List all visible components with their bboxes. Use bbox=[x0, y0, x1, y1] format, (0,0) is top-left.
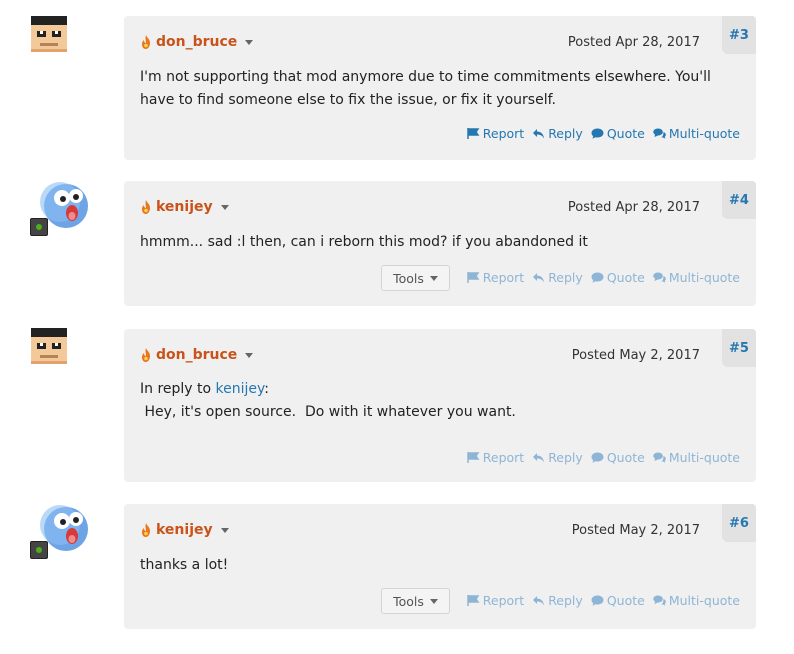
quote-link[interactable]: Quote bbox=[591, 126, 645, 141]
multi-quote-link[interactable]: Multi-quote bbox=[653, 270, 740, 285]
reply-link[interactable]: Reply bbox=[532, 593, 583, 608]
report-link[interactable]: Report bbox=[467, 450, 524, 465]
flame-icon bbox=[140, 523, 152, 537]
tools-button[interactable]: Tools bbox=[381, 265, 450, 291]
multi-quote-icon bbox=[653, 128, 666, 139]
message-card: kenijey Posted May 2, 2017 #6 thanks a l… bbox=[124, 504, 756, 629]
post-number-link[interactable]: #5 bbox=[722, 329, 756, 367]
author-link[interactable]: don_bruce bbox=[140, 34, 254, 50]
multi-quote-icon bbox=[653, 272, 666, 283]
report-link[interactable]: Report bbox=[467, 270, 524, 285]
author-name[interactable]: don_bruce bbox=[156, 34, 237, 50]
tools-button[interactable]: Tools bbox=[381, 588, 450, 614]
reply-link[interactable]: Reply bbox=[532, 450, 583, 465]
post-date: Posted May 2, 2017 bbox=[571, 523, 700, 538]
reply-icon bbox=[532, 128, 545, 139]
online-status-icon bbox=[30, 218, 48, 236]
body-line: have to find someone else to fix the iss… bbox=[140, 92, 556, 108]
author-link[interactable]: don_bruce bbox=[140, 347, 254, 363]
flag-icon bbox=[467, 595, 480, 606]
flame-icon bbox=[140, 348, 152, 362]
message-card: don_bruce Posted May 2, 2017 #5 In reply… bbox=[124, 329, 756, 482]
pixel-face-icon bbox=[31, 16, 67, 52]
chevron-down-icon bbox=[429, 598, 438, 604]
message-body: thanks a lot! bbox=[140, 554, 740, 577]
author-link[interactable]: kenijey bbox=[140, 522, 229, 538]
chevron-down-icon[interactable] bbox=[245, 39, 254, 45]
body-line: thanks a lot! bbox=[140, 557, 229, 573]
post-date: Posted Apr 28, 2017 bbox=[567, 200, 700, 215]
chevron-down-icon[interactable] bbox=[220, 527, 229, 533]
flag-icon bbox=[467, 272, 480, 283]
message-body: I'm not supporting that mod anymore due … bbox=[140, 66, 740, 112]
multi-quote-link[interactable]: Multi-quote bbox=[653, 593, 740, 608]
avatar-don-bruce[interactable] bbox=[31, 16, 67, 52]
quote-link[interactable]: Quote bbox=[591, 450, 645, 465]
post-date: Posted May 2, 2017 bbox=[571, 348, 700, 363]
body-line: Hey, it's open source. Do with it whatev… bbox=[140, 404, 516, 420]
chevron-down-icon[interactable] bbox=[220, 204, 229, 210]
quote-icon bbox=[591, 452, 604, 463]
avatar-don-bruce[interactable] bbox=[31, 328, 67, 364]
multi-quote-link[interactable]: Multi-quote bbox=[653, 450, 740, 465]
message-card: kenijey Posted Apr 28, 2017 #4 hmmm... s… bbox=[124, 181, 756, 306]
flag-icon bbox=[467, 128, 480, 139]
quote-icon bbox=[591, 128, 604, 139]
post-actions: Report Reply Quote Multi-quote bbox=[467, 270, 740, 285]
message-body: In reply to kenijey: Hey, it's open sour… bbox=[140, 378, 740, 424]
author-name[interactable]: don_bruce bbox=[156, 347, 237, 363]
reply-attribution: In reply to kenijey: bbox=[140, 381, 270, 397]
reply-icon bbox=[532, 452, 545, 463]
multi-quote-icon bbox=[653, 452, 666, 463]
post-number-link[interactable]: #6 bbox=[722, 504, 756, 542]
quote-link[interactable]: Quote bbox=[591, 593, 645, 608]
post-date: Posted Apr 28, 2017 bbox=[567, 35, 700, 50]
quoted-user-link[interactable]: kenijey bbox=[216, 381, 265, 397]
flame-icon bbox=[140, 35, 152, 49]
reply-icon bbox=[532, 272, 545, 283]
post-number-link[interactable]: #3 bbox=[722, 16, 756, 54]
reply-link[interactable]: Reply bbox=[532, 270, 583, 285]
post-actions: Report Reply Quote Multi-quote bbox=[467, 593, 740, 608]
flag-icon bbox=[467, 452, 480, 463]
author-name[interactable]: kenijey bbox=[156, 522, 213, 538]
report-link[interactable]: Report bbox=[467, 593, 524, 608]
quote-link[interactable]: Quote bbox=[591, 270, 645, 285]
post-actions: Report Reply Quote Multi-quote bbox=[467, 126, 740, 141]
online-status-icon bbox=[30, 541, 48, 559]
report-link[interactable]: Report bbox=[467, 126, 524, 141]
author-name[interactable]: kenijey bbox=[156, 199, 213, 215]
reply-icon bbox=[532, 595, 545, 606]
flame-icon bbox=[140, 200, 152, 214]
body-line: I'm not supporting that mod anymore due … bbox=[140, 69, 711, 85]
message-body: hmmm... sad :l then, can i reborn this m… bbox=[140, 231, 740, 254]
multi-quote-link[interactable]: Multi-quote bbox=[653, 126, 740, 141]
post-number-link[interactable]: #4 bbox=[722, 181, 756, 219]
pixel-face-icon bbox=[31, 328, 67, 364]
avatar-kenijey[interactable] bbox=[30, 503, 90, 559]
body-line: hmmm... sad :l then, can i reborn this m… bbox=[140, 234, 588, 250]
quote-icon bbox=[591, 595, 604, 606]
multi-quote-icon bbox=[653, 595, 666, 606]
reply-link[interactable]: Reply bbox=[532, 126, 583, 141]
chevron-down-icon bbox=[429, 275, 438, 281]
author-link[interactable]: kenijey bbox=[140, 199, 229, 215]
chevron-down-icon[interactable] bbox=[245, 352, 254, 358]
message-card: don_bruce Posted Apr 28, 2017 #3 I'm not… bbox=[124, 16, 756, 160]
avatar-kenijey[interactable] bbox=[30, 180, 90, 236]
post-actions: Report Reply Quote Multi-quote bbox=[467, 450, 740, 465]
quote-icon bbox=[591, 272, 604, 283]
